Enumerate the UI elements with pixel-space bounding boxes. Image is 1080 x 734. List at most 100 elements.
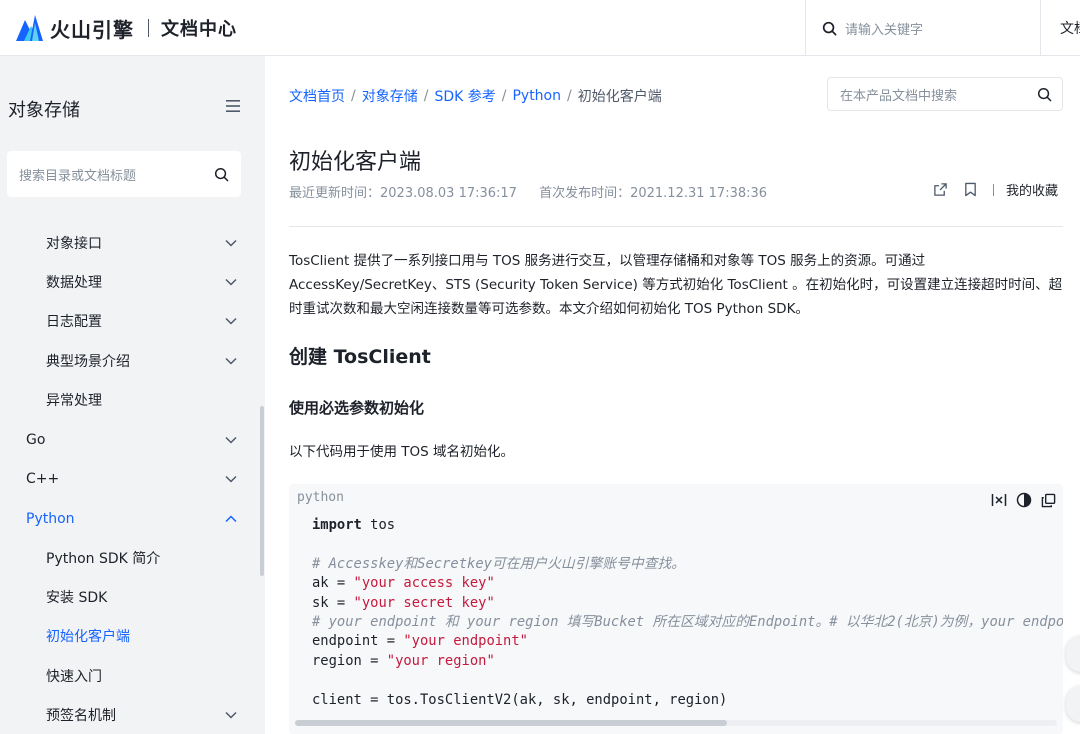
code-scroll-thumb[interactable] [295,720,727,726]
breadcrumb-link-object-storage[interactable]: 对象存储 [362,86,418,106]
breadcrumb-separator: / [567,88,572,104]
sidebar-item-cpp[interactable]: C++ [0,460,245,498]
sidebar-item-go[interactable]: Go [0,421,245,459]
share-button[interactable] [933,182,948,197]
sidebar-item-label: 数据处理 [46,275,102,291]
theme-icon [1016,492,1032,508]
sidebar-item-install-sdk[interactable]: 安装 SDK [0,578,245,616]
code-line: # your endpoint 和 your region 填写Bucket 所… [312,613,1063,632]
product-search-placeholder: 在本产品文档中搜索 [840,88,958,104]
sidebar-item-label: 日志配置 [46,314,102,330]
bookmark-button[interactable] [964,182,977,197]
wrap-icon [991,494,1007,506]
code-string: "your endpoint" [403,633,528,650]
product-search-input[interactable]: 在本产品文档中搜索 [827,77,1063,111]
share-icon [934,183,947,196]
first-published-time: 首次发布时间：2021.12.31 17:38:36 [539,186,768,201]
chevron-down-icon[interactable] [225,711,237,719]
code-text: endpoint = [312,633,404,650]
subsection-heading: 使用必选参数初始化 [289,399,425,417]
global-search-input[interactable]: 请输入关键字 [805,0,1041,56]
code-line-empty [312,671,1063,690]
code-line: client = tos.TosClientV2(ak, sk, endpoin… [312,691,1063,710]
breadcrumb-current: 初始化客户端 [577,89,662,105]
search-icon [822,21,837,35]
intro-paragraph: TosClient 提供了一系列接口用与 TOS 服务进行交互，以管理存储桶和对… [289,253,1063,317]
sidebar-item-exceptions[interactable]: 异常处理 [0,381,245,419]
chevron-down-icon[interactable] [225,239,237,247]
chevron-down-icon[interactable] [225,357,237,365]
sidebar-item-log-config[interactable]: 日志配置 [0,302,245,340]
breadcrumb-separator: / [501,88,507,104]
code-text: tos [361,517,396,533]
chevron-down-icon[interactable] [225,475,237,483]
global-search-placeholder: 请输入关键字 [845,22,924,38]
section-heading: 创建 TosClient [289,346,431,368]
sidebar-item-label: Python [26,511,75,527]
code-text: client = tos.TosClientV2(ak, sk, endpoin… [312,691,728,708]
code-comment: # your endpoint 和 your region 填写Bucket 所… [312,613,1063,630]
sidebar: 对象存储 搜索目录或文档标题 对象接口 数据处理 日志配置 典型场景介绍 异常处… [0,56,265,734]
copy-icon [1041,493,1056,507]
breadcrumb-link-python[interactable]: Python [512,88,561,104]
section-name: 文档中心 [161,19,237,40]
code-text: sk = [312,594,354,611]
code-block: python import tos # Accesskey和Secretkey可在… [289,484,1063,734]
sidebar-item-data-processing[interactable]: 数据处理 [0,263,245,301]
breadcrumb-separator: / [351,88,356,104]
sidebar-item-label: 异常处理 [46,393,102,409]
top-header: 火山引擎 文档中心 请输入关键字 文档 [0,0,1080,56]
last-updated-time: 最近更新时间：2023.08.03 17:36:17 [289,186,517,201]
sidebar-item-label: 快速入门 [46,669,102,685]
search-icon[interactable] [1037,87,1052,102]
my-favorites-link[interactable]: 我的收藏 [1006,180,1058,199]
page-title: 初始化客户端 [289,150,422,175]
code-language-label: python [297,490,344,505]
logo[interactable]: 火山引擎 文档中心 [14,10,237,46]
code-toolbar [982,492,1056,508]
sidebar-item-init-client[interactable]: 初始化客户端 [0,617,245,655]
code-string: "your secret key" [353,594,495,611]
sidebar-search-input[interactable]: 搜索目录或文档标题 [7,151,241,197]
sidebar-item-presign[interactable]: 预签名机制 [0,696,245,734]
volcano-logo-icon [16,15,43,41]
sidebar-search-placeholder: 搜索目录或文档标题 [19,168,137,184]
main-content: 文档首页 / 对象存储 / SDK 参考 / Python / 初始化客户端 在… [265,56,1080,734]
top-nav-docs[interactable]: 文档 [1060,18,1080,38]
chevron-up-icon[interactable] [225,515,237,523]
logo-divider [148,19,149,37]
sidebar-item-python[interactable]: Python [0,500,245,538]
code-line: sk = "your secret key" [312,594,1063,613]
code-line-empty [312,535,1063,554]
search-icon[interactable] [214,167,229,182]
breadcrumb-link-home[interactable]: 文档首页 [289,86,345,106]
chevron-down-icon[interactable] [225,278,237,286]
sidebar-item-scenarios[interactable]: 典型场景介绍 [0,342,245,380]
sidebar-item-label: Python SDK 简介 [46,551,161,567]
sidebar-item-label: 预签名机制 [46,708,116,724]
sidebar-scrollbar[interactable] [260,406,264,576]
breadcrumb: 文档首页 / 对象存储 / SDK 参考 / Python / 初始化客户端 [289,86,662,106]
menu-icon[interactable] [226,100,240,112]
sidebar-item-label: 对象接口 [46,236,102,252]
code-line: endpoint = "your endpoint" [312,632,1063,651]
actions-divider [993,183,994,196]
sidebar-item-python-sdk-intro[interactable]: Python SDK 简介 [0,539,245,577]
code-string: "your region" [386,652,495,669]
sidebar-item-label: 初始化客户端 [46,629,130,645]
theme-toggle-button[interactable] [1016,492,1032,508]
title-divider [289,226,1063,227]
sidebar-item-quickstart[interactable]: 快速入门 [0,657,245,695]
sidebar-item-label: 典型场景介绍 [46,354,130,370]
chevron-down-icon[interactable] [225,317,237,325]
wrap-button[interactable] [991,492,1007,508]
code-line: import tos [312,516,1063,535]
chevron-down-icon[interactable] [225,436,237,444]
sidebar-item-object-api[interactable]: 对象接口 [0,224,245,262]
breadcrumb-link-sdk-reference[interactable]: SDK 参考 [434,86,495,106]
brand-name: 火山引擎 [50,17,134,42]
bookmark-icon [965,182,976,197]
code-line: ak = "your access key" [312,574,1063,593]
copy-button[interactable] [1041,493,1056,508]
code-line: # Accesskey和Secretkey可在用户火山引擎账号中查找。 [312,555,1063,574]
